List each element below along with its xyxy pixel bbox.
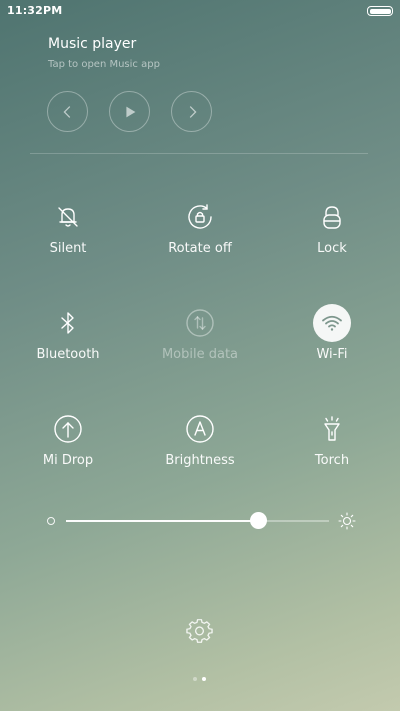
brightness-low-icon xyxy=(47,517,55,525)
bluetooth-icon xyxy=(61,312,74,334)
toggle-brightness[interactable]: Brightness xyxy=(140,410,260,490)
toggle-label: Silent xyxy=(49,241,87,256)
play-button[interactable] xyxy=(109,91,150,132)
divider xyxy=(30,153,368,154)
next-icon xyxy=(189,105,196,118)
music-player-subtitle[interactable]: Tap to open Music app xyxy=(48,59,160,70)
mi-drop-icon xyxy=(54,415,82,443)
battery-icon xyxy=(367,6,393,16)
music-player-title[interactable]: Music player xyxy=(48,36,136,52)
lock-icon xyxy=(323,206,341,229)
mobile-data-icon xyxy=(186,309,214,337)
page-indicator xyxy=(193,677,206,681)
toggle-label: Bluetooth xyxy=(36,347,100,362)
toggle-label: Mi Drop xyxy=(42,453,94,468)
status-bar: 11:32PM xyxy=(0,0,400,22)
slider-track[interactable] xyxy=(66,512,329,529)
toggle-mi-drop[interactable]: Mi Drop xyxy=(8,410,128,490)
toggle-bluetooth[interactable]: Bluetooth xyxy=(8,304,128,384)
toggle-wifi[interactable]: Wi-Fi xyxy=(272,304,392,384)
page-dot xyxy=(193,677,197,681)
previous-icon xyxy=(63,105,70,118)
play-icon xyxy=(125,106,135,117)
toggle-label: Torch xyxy=(314,453,350,468)
toggle-mobile-data[interactable]: Mobile data xyxy=(140,304,260,384)
toggle-label: Mobile data xyxy=(161,347,239,362)
toggle-lock[interactable]: Lock xyxy=(272,198,392,278)
slider-fill xyxy=(66,520,258,522)
bell-off-icon xyxy=(58,207,78,227)
toggle-label: Rotate off xyxy=(168,241,232,256)
toggle-rotate-off[interactable]: Rotate off xyxy=(140,198,260,278)
toggle-label: Wi-Fi xyxy=(316,347,348,362)
torch-icon xyxy=(324,416,340,441)
toggle-label: Brightness xyxy=(165,453,235,468)
slider-thumb[interactable] xyxy=(249,512,267,529)
toggle-torch[interactable]: Torch xyxy=(272,410,392,490)
next-button[interactable] xyxy=(171,91,212,132)
brightness-slider[interactable] xyxy=(44,508,356,534)
status-time: 11:32PM xyxy=(7,4,63,17)
toggle-label: Lock xyxy=(317,241,347,256)
toggle-silent[interactable]: Silent xyxy=(8,198,128,278)
wifi-icon xyxy=(322,315,342,331)
brightness-high-icon xyxy=(338,512,356,530)
previous-button[interactable] xyxy=(47,91,88,132)
page-dot-active xyxy=(202,677,206,681)
auto-brightness-icon xyxy=(186,415,214,443)
settings-gear-icon[interactable] xyxy=(186,619,213,646)
rotate-lock-icon xyxy=(188,204,212,229)
